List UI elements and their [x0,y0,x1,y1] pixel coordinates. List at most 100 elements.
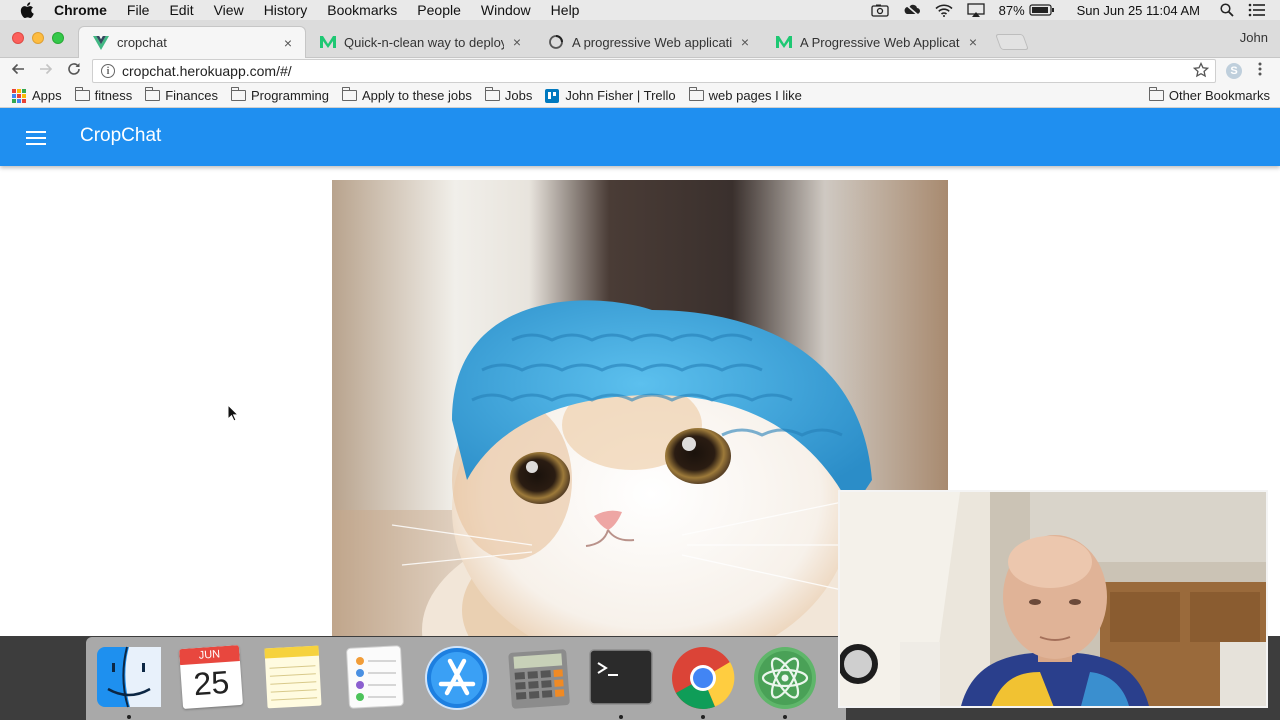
bookmark-label: Apply to these jobs [362,88,472,103]
reminders-dock-icon[interactable] [340,645,410,711]
close-tab-icon[interactable]: × [966,34,980,50]
bookmark-label: John Fisher | Trello [565,88,676,103]
folder-icon [230,87,246,101]
bookmark-jobs[interactable]: Jobs [484,87,533,103]
folder-icon [1148,87,1164,101]
close-tab-icon[interactable]: × [510,34,524,50]
menu-view[interactable]: View [214,2,244,18]
battery-percent[interactable]: 87% [999,3,1025,18]
close-window-button[interactable] [12,32,24,44]
menu-edit[interactable]: Edit [169,2,193,18]
camera-icon[interactable] [870,4,889,17]
battery-icon[interactable] [1029,4,1055,16]
bookmark-finances[interactable]: Finances [145,87,218,103]
bookmark-trello[interactable]: John Fisher | Trello [545,88,676,103]
apple-icon[interactable] [20,2,38,18]
running-indicator [783,715,787,719]
notification-center-icon[interactable] [1248,3,1266,17]
tab-progressive-web-application[interactable]: A Progressive Web Application × [762,26,990,58]
chrome-menu-icon[interactable] [1258,62,1262,80]
bookmark-apps[interactable]: Apps [12,88,62,103]
bookmark-apply-to-these-jobs[interactable]: Apply to these jobs [342,87,472,103]
dock: JUN 25 [86,637,846,720]
back-arrow-icon[interactable] [4,62,32,81]
close-tab-icon[interactable]: × [281,35,295,51]
bookmark-label: Programming [250,88,329,103]
cloud-icon[interactable] [903,3,921,17]
calendar-day: 25 [192,663,231,703]
medium-favicon-icon [320,34,336,50]
bookmark-label: Other Bookmarks [1168,88,1270,103]
bookmark-star-icon[interactable] [1192,61,1210,83]
folder-icon [342,87,357,101]
bookmark-label: fitness [94,88,133,103]
menu-help[interactable]: Help [551,2,580,18]
bookmark-programming[interactable]: Programming [230,87,329,103]
folder-icon [688,87,704,101]
hamburger-menu-icon[interactable] [26,131,46,145]
webcam-overlay [838,490,1268,708]
window-controls [12,32,72,44]
close-tab-icon[interactable]: × [738,34,752,50]
running-indicator [619,715,623,719]
skype-extension-icon[interactable]: S [1226,63,1242,79]
menu-bookmarks[interactable]: Bookmarks [327,2,397,18]
menu-file[interactable]: File [127,2,150,18]
tab-strip: cropchat × Quick-n-clean way to deploy V… [0,20,1280,58]
bookmark-other[interactable]: Other Bookmarks [1148,87,1270,103]
app-toolbar: CropChat [0,108,1280,166]
tab-title: Quick-n-clean way to deploy V [344,34,504,50]
address-bar[interactable]: i cropchat.herokuapp.com/#/ [92,59,1216,83]
tab-quick-n-clean[interactable]: Quick-n-clean way to deploy V × [306,26,534,58]
wifi-icon[interactable] [935,4,953,17]
minimize-window-button[interactable] [32,32,44,44]
trello-icon [545,88,560,103]
loading-spinner-icon [548,34,564,50]
terminal-dock-icon[interactable] [586,645,656,719]
browser-toolbar: i cropchat.herokuapp.com/#/ [0,58,1280,84]
bookmark-web-pages-i-like[interactable]: web pages I like [688,87,802,103]
menu-history[interactable]: History [264,2,308,18]
notes-dock-icon[interactable] [258,645,328,711]
app-title: CropChat [80,125,162,146]
menu-app-name[interactable]: Chrome [54,2,107,18]
bookmark-fitness[interactable]: fitness [74,87,133,103]
clock[interactable]: Sun Jun 25 11:04 AM [1077,3,1200,18]
folder-icon [484,87,500,101]
menu-people[interactable]: People [417,2,461,18]
bookmark-label: Finances [165,88,218,103]
menu-bar: Chrome File Edit View History Bookmarks … [0,0,1280,20]
site-info-icon[interactable]: i [101,64,115,78]
tab-title: A Progressive Web Application [800,34,960,50]
calendar-dock-icon[interactable]: JUN 25 [176,644,246,711]
running-indicator [701,715,705,719]
bookmarks-bar: Apps fitness Finances Programming Apply … [0,84,1280,108]
bookmark-label: web pages I like [708,88,802,103]
medium-favicon-icon [776,34,792,50]
apps-grid-icon [12,88,26,103]
chrome-dock-icon[interactable] [668,645,738,719]
menu-window[interactable]: Window [481,2,531,18]
finder-dock-icon[interactable] [94,645,164,719]
tab-cropchat[interactable]: cropchat × [78,26,306,58]
tab-progressive-web-app[interactable]: A progressive Web application × [534,26,762,58]
url-text[interactable]: cropchat.herokuapp.com/#/ [122,63,292,79]
folder-icon [74,87,90,101]
bookmark-label: Apps [32,88,62,103]
zoom-window-button[interactable] [52,32,64,44]
mouse-cursor-icon [227,403,240,427]
tab-title: A progressive Web application [572,34,732,50]
airplay-icon[interactable] [966,3,985,17]
new-tab-button[interactable] [995,34,1029,50]
app-store-dock-icon[interactable] [422,645,492,711]
spotlight-icon[interactable] [1220,3,1234,17]
bookmark-label: Jobs [504,88,533,103]
atom-dock-icon[interactable] [750,645,820,719]
profile-name[interactable]: John [1240,30,1268,45]
tab-title: cropchat [117,35,167,50]
folder-icon [145,87,161,101]
reload-icon[interactable] [60,62,88,81]
vue-favicon-icon [93,35,109,51]
forward-arrow-icon[interactable] [32,62,60,81]
calculator-dock-icon[interactable] [504,645,574,711]
